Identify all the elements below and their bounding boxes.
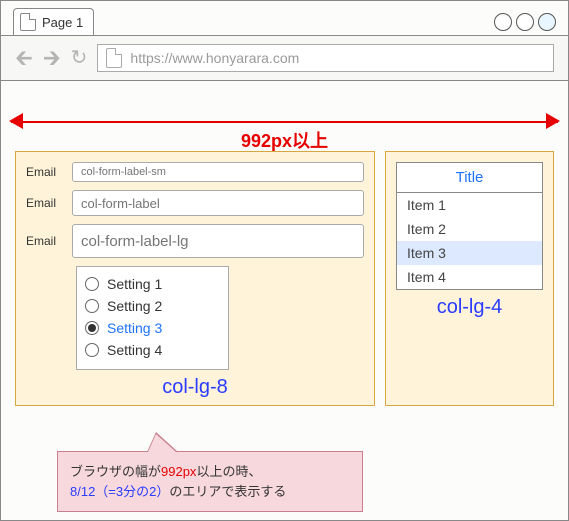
reload-icon[interactable]: ↻ <box>71 48 88 68</box>
list-title: Title <box>397 163 542 193</box>
callout-text-1: ブラウザの幅が <box>70 464 161 479</box>
right-col-label: col-lg-4 <box>396 296 543 319</box>
form-row-lg: Email <box>26 224 364 258</box>
browser-tab[interactable]: Page 1 <box>13 8 94 35</box>
setting-label: Setting 1 <box>107 276 162 292</box>
setting-option-1[interactable]: Setting 1 <box>85 273 220 295</box>
radio-icon <box>85 343 99 357</box>
input-sm[interactable] <box>72 162 364 182</box>
setting-option-4[interactable]: Setting 4 <box>85 339 220 361</box>
tab-title: Page 1 <box>42 15 83 30</box>
callout: ブラウザの幅が992px以上の時、 8/12（=3分の2）のエリアで表示する <box>57 451 363 512</box>
page-icon <box>106 48 122 68</box>
form-row-md: Email <box>26 190 364 216</box>
form-row-sm: Email <box>26 162 364 182</box>
setting-label: Setting 2 <box>107 298 162 314</box>
url-text: https://www.honyarara.com <box>130 50 299 66</box>
tab-bar: Page 1 <box>1 1 568 35</box>
back-icon[interactable]: 🡰 <box>15 47 33 69</box>
callout-text-3: のエリアで表示する <box>169 484 286 499</box>
input-md[interactable] <box>72 190 364 216</box>
grid-row: Email Email Email Setting 1Setting 2Sett… <box>1 145 568 406</box>
input-lg[interactable] <box>72 224 364 258</box>
label-email-lg: Email <box>26 234 62 248</box>
forward-icon[interactable]: 🡲 <box>43 47 61 69</box>
page-icon <box>20 13 36 31</box>
setting-label: Setting 4 <box>107 342 162 358</box>
label-email-sm: Email <box>26 165 62 179</box>
width-ruler: 992px以上 <box>11 105 558 145</box>
list-item-1[interactable]: Item 1 <box>397 193 542 217</box>
settings-panel: Setting 1 Setting 2 Setting 3 Setting 4 <box>76 266 229 370</box>
list-panel: Title Item 1Item 2Item 3Item 4 <box>396 162 543 290</box>
toolbar: 🡰 🡲 ↻ https://www.honyarara.com <box>1 35 568 81</box>
list-item-3[interactable]: Item 3 <box>397 241 542 265</box>
radio-icon <box>85 321 99 335</box>
col-lg-8: Email Email Email Setting 1Setting 2Sett… <box>15 151 375 406</box>
label-email-md: Email <box>26 196 62 210</box>
callout-blue: 8/12（=3分の2） <box>70 484 169 499</box>
setting-option-2[interactable]: Setting 2 <box>85 295 220 317</box>
radio-icon <box>85 277 99 291</box>
setting-option-3[interactable]: Setting 3 <box>85 317 220 339</box>
setting-label: Setting 3 <box>107 320 162 336</box>
window-button-1[interactable] <box>494 13 512 31</box>
list-item-4[interactable]: Item 4 <box>397 265 542 289</box>
window-buttons <box>494 13 556 31</box>
col-lg-4: Title Item 1Item 2Item 3Item 4 col-lg-4 <box>385 151 554 406</box>
window-button-3[interactable] <box>538 13 556 31</box>
callout-red: 992px <box>161 464 196 479</box>
left-col-label: col-lg-8 <box>26 376 364 399</box>
list-item-2[interactable]: Item 2 <box>397 217 542 241</box>
callout-text-2: 以上の時、 <box>196 464 261 479</box>
window-button-2[interactable] <box>516 13 534 31</box>
address-bar[interactable]: https://www.honyarara.com <box>97 44 554 72</box>
ruler-label: 992px以上 <box>241 127 328 153</box>
radio-icon <box>85 299 99 313</box>
